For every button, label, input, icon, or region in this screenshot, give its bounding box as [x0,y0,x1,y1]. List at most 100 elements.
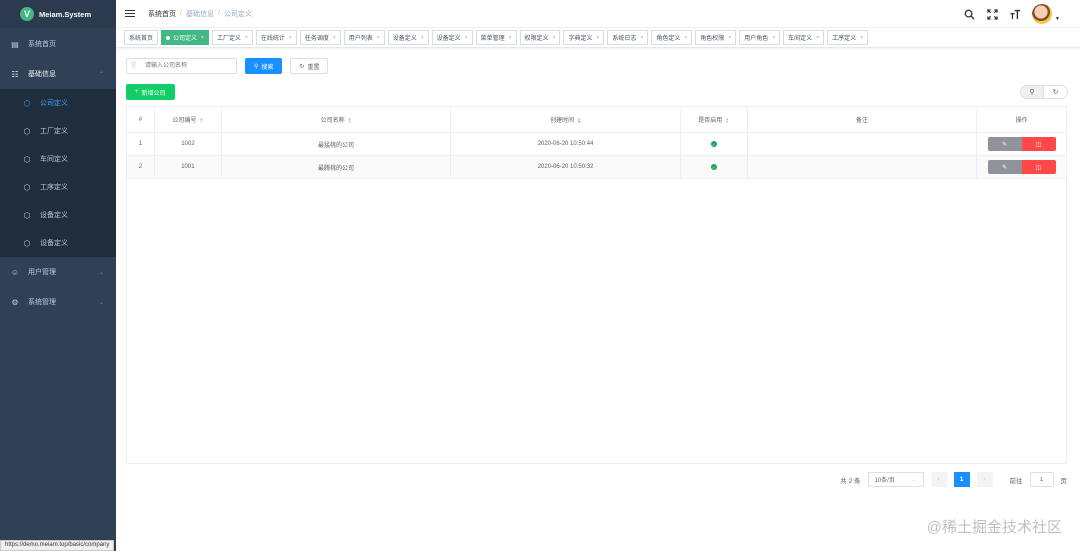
sidebar-item-home[interactable]: ▤ 系统首页 [0,29,116,59]
tag-item[interactable]: 字典定义 × [563,30,605,45]
cube-icon: ⬡ [23,126,31,136]
sort-desc-icon[interactable]: ▲ ▼ [577,116,581,123]
tag-label: 在线统计 [260,36,285,42]
gear-icon: ⚙ [11,297,19,307]
close-icon[interactable]: × [245,35,248,41]
hamburger-icon[interactable] [125,9,135,18]
submenu-item-equipment-1[interactable]: ⬡ 设备定义 [0,201,116,229]
close-icon[interactable]: × [421,35,424,41]
tag-item[interactable]: 角色权限 × [695,30,737,45]
submenu-item-equipment-2[interactable]: ⬡ 设备定义 [0,229,116,257]
tag-label: 用户角色 [744,36,769,42]
close-icon[interactable]: × [684,35,687,41]
tag-item[interactable]: 任务调度 × [299,30,341,45]
submenu-basic-info: ⬡ 公司定义 ⬡ 工厂定义 ⬡ 车间定义 ⬡ 工序定义 ⬡ 设备定义 ⬡ 设备定… [0,89,116,257]
column-header-enabled[interactable]: 是否启用 ▲ ▼ [681,107,748,132]
tag-item[interactable]: 菜单管理 × [475,30,517,45]
column-header-remark: 备注 [748,107,978,132]
close-icon[interactable]: × [289,35,292,41]
submenu-item-company[interactable]: ⬡ 公司定义 [0,89,116,117]
sort-icon[interactable]: ▲ ▼ [199,116,203,123]
close-icon[interactable]: × [772,35,775,41]
next-page-button[interactable]: › [976,472,993,487]
table-row[interactable]: 2 1001 最腾桃的公司 2020-06-20 10:50:32 ✓ ✎ ◫ [127,156,1066,179]
submenu-item-process[interactable]: ⬡ 工序定义 [0,173,116,201]
close-icon[interactable]: × [553,35,556,41]
tag-item[interactable]: 角色定义 × [651,30,693,45]
toggle-search-button[interactable]: ⚲ [1020,85,1044,99]
close-icon[interactable]: × [640,35,643,41]
submenu-item-factory[interactable]: ⬡ 工厂定义 [0,117,116,145]
edit-button[interactable]: ✎ [987,160,1022,174]
cell-remark [748,133,978,155]
search-button[interactable]: ⚲ 搜索 [245,58,283,74]
breadcrumb-home[interactable]: 系统首页 [148,9,176,19]
tag-item[interactable]: 系统日志 × [607,30,649,45]
column-header-actions: 操作 [1015,118,1028,124]
delete-button[interactable]: ◫ [1021,160,1056,174]
tag-item[interactable]: 权限定义 × [519,30,561,45]
cell-remark [748,156,978,178]
tag-item[interactable]: 用户角色 × [739,30,781,45]
add-company-label: 新增公司 [141,90,166,97]
caret-down-icon[interactable]: ▼ [1055,16,1060,22]
tag-item[interactable]: 系统首页 [124,30,159,45]
sidebar-item-system[interactable]: ⚙ 系统管理 ⌄ [0,287,116,317]
close-icon[interactable]: × [465,35,468,41]
tag-item[interactable]: 设备定义 × [387,30,429,45]
column-header-created[interactable]: 创建时间 ▲ ▼ [451,107,681,132]
page-size-select[interactable]: 10条/页 ⌄ [867,472,924,487]
refresh-button[interactable]: ↻ [1044,85,1068,99]
close-icon[interactable]: × [596,35,599,41]
font-size-icon[interactable] [1009,8,1021,20]
search-field-wrapper: ⚲ [126,58,237,74]
prev-page-button[interactable]: ‹ [930,472,947,487]
sort-icon[interactable]: ▲ ▼ [725,116,729,123]
edit-button[interactable]: ✎ [987,137,1022,151]
table-row[interactable]: 1 1002 最猛桃的公司 2020-06-20 10:50:44 ✓ ✎ ◫ [127,133,1066,156]
add-row: + 新增公司 [126,84,175,100]
close-icon[interactable]: × [333,35,336,41]
submenu-item-label: 设备定义 [40,212,68,219]
tag-item[interactable]: 公司定义 × [161,30,209,45]
close-icon[interactable]: × [377,35,380,41]
goto-page-input[interactable] [1029,472,1054,487]
tag-label: 任务调度 [304,36,329,42]
tag-label: 系统首页 [129,36,154,42]
company-name-input[interactable] [126,58,237,74]
sidebar-item-basic-info[interactable]: ☷ 基础信息 ⌃ [0,59,116,89]
tag-item[interactable]: 在线统计 × [255,30,297,45]
close-icon[interactable]: × [816,35,819,41]
submenu-item-label: 车间定义 [40,156,68,163]
tag-item[interactable]: 车间定义 × [783,30,825,45]
close-icon[interactable]: × [201,35,204,41]
refresh-icon: ↻ [1052,89,1059,96]
close-icon[interactable]: × [509,35,512,41]
close-icon[interactable]: × [728,35,731,41]
close-icon[interactable]: × [860,35,863,41]
tag-label: 权限定义 [524,36,549,42]
search-icon[interactable] [963,8,975,20]
sidebar-item-users[interactable]: ☺ 用户管理 ⌄ [0,257,116,287]
tag-label: 菜单管理 [480,36,505,42]
column-header-code[interactable]: 公司编号 ▲ ▼ [155,107,222,132]
header-actions: ▼ [963,0,1060,28]
user-avatar[interactable] [1032,4,1053,24]
delete-button[interactable]: ◫ [1021,137,1056,151]
tag-item[interactable]: 用户列表 × [343,30,385,45]
trash-icon: ◫ [1035,141,1042,148]
tag-item[interactable]: 设备定义 × [431,30,473,45]
fullscreen-icon[interactable] [986,8,998,20]
add-company-button[interactable]: + 新增公司 [126,84,175,100]
sort-icon[interactable]: ▲ ▼ [348,116,352,123]
goto-label: 前往 [1009,477,1023,485]
column-header-name[interactable]: 公司名称 ▲ ▼ [222,107,452,132]
page-number-current[interactable]: 1 [953,472,970,487]
submenu-item-workshop[interactable]: ⬡ 车间定义 [0,145,116,173]
tag-item[interactable]: 工厂定义 × [211,30,253,45]
reset-button[interactable]: ↻ 重置 [290,58,329,74]
cell-index: 1 [127,133,155,155]
breadcrumb-basic-info: 基础信息 [185,10,214,18]
app-logo[interactable]: V Meiam.System [0,0,116,28]
tag-item[interactable]: 工序定义 × [827,30,869,45]
